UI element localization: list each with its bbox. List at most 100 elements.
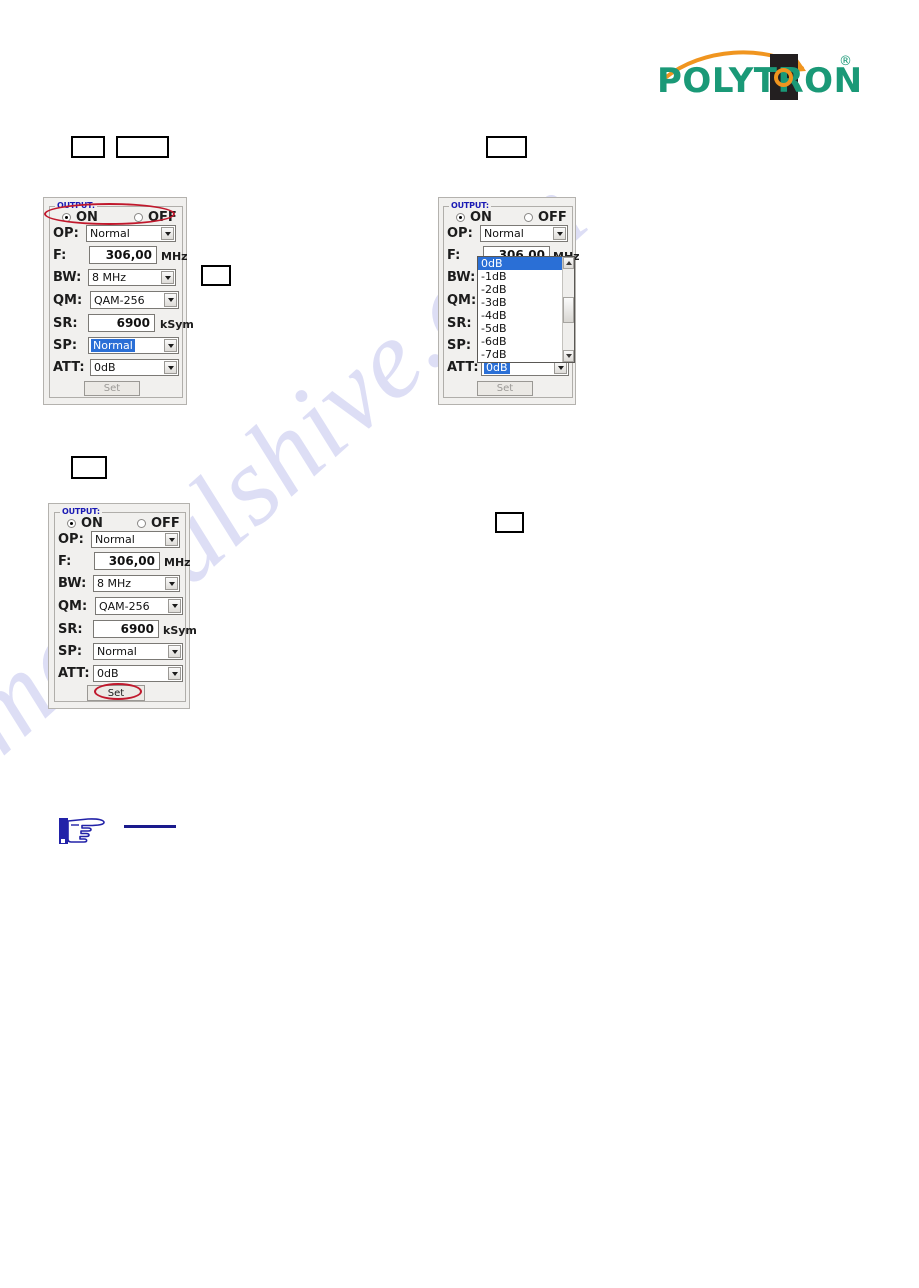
chevron-down-icon[interactable] — [553, 227, 566, 240]
radio-off-label: OFF — [150, 516, 180, 531]
pointing-hand-icon — [59, 818, 105, 844]
qm-combo-value: QAM-256 — [99, 599, 150, 613]
radio-off-label: OFF — [537, 210, 567, 225]
sr-unit: kSym — [160, 318, 194, 331]
field-label-sr: SR: — [447, 316, 472, 331]
sr-textbox[interactable]: 6900 — [93, 620, 159, 638]
logo-o-ring-icon — [774, 68, 793, 87]
set-button[interactable]: Set — [84, 381, 140, 396]
sp-combo[interactable]: Normal — [93, 643, 183, 660]
radio-off[interactable] — [523, 213, 533, 222]
callout-box-3 — [486, 136, 527, 158]
dropdown-scrollbar[interactable] — [562, 257, 574, 362]
sp-combo-value: Normal — [97, 645, 137, 658]
sp-combo-value: Normal — [91, 339, 135, 352]
field-label-op: OP: — [58, 532, 84, 547]
op-combo[interactable]: Normal — [91, 531, 180, 548]
callout-box-6 — [495, 512, 524, 533]
att-dropdown-list[interactable]: 0dB -1dB -2dB -3dB -4dB -5dB -6dB -7dB — [477, 256, 575, 363]
output-panel-sp-selected: OUTPUT: ON OFF OP: Normal F: 306,00 MHz … — [43, 197, 194, 405]
dropdown-item[interactable]: -6dB — [478, 335, 574, 348]
qm-combo[interactable]: QAM-256 — [90, 291, 179, 309]
dropdown-item[interactable]: 0dB — [478, 257, 574, 270]
power-radio-row: ON OFF — [456, 210, 567, 225]
set-button[interactable]: Set — [477, 381, 533, 396]
chevron-down-icon[interactable] — [161, 271, 174, 284]
bw-combo[interactable]: 8 MHz — [93, 575, 180, 592]
dropdown-item[interactable]: -1dB — [478, 270, 574, 283]
f-textbox[interactable]: 306,00 — [89, 246, 157, 264]
note-rule-divider — [124, 825, 176, 828]
scroll-down-arrow-icon[interactable] — [563, 350, 574, 362]
dropdown-item[interactable]: -7dB — [478, 348, 574, 361]
field-label-op: OP: — [53, 226, 79, 241]
callout-box-5 — [71, 456, 107, 479]
field-label-qm: QM: — [53, 293, 83, 308]
field-label-op: OP: — [447, 226, 473, 241]
power-radio-row: ON OFF — [67, 516, 180, 531]
field-label-qm: QM: — [58, 599, 88, 614]
dropdown-item[interactable]: -4dB — [478, 309, 574, 322]
f-textbox[interactable]: 306,00 — [94, 552, 160, 570]
op-combo[interactable]: Normal — [480, 225, 568, 242]
field-label-sr: SR: — [58, 622, 83, 637]
f-value: 306,00 — [105, 248, 152, 262]
chevron-down-icon[interactable] — [165, 577, 178, 590]
field-label-f: F: — [53, 248, 67, 263]
chevron-down-icon[interactable] — [164, 293, 177, 307]
output-panel-set-highlighted: OUTPUT: ON OFF OP: Normal F: 306,00 MHz … — [48, 503, 197, 709]
callout-box-2 — [116, 136, 169, 158]
sr-value: 6900 — [116, 316, 150, 330]
scrollbar-thumb[interactable] — [563, 297, 574, 323]
radio-on[interactable] — [67, 519, 76, 528]
field-label-sp: SP: — [447, 338, 472, 353]
annotation-ellipse-set-button — [94, 683, 142, 700]
chevron-down-icon[interactable] — [161, 227, 174, 240]
registered-trademark-icon: ® — [839, 54, 852, 69]
field-label-sp: SP: — [58, 644, 83, 659]
op-combo-value: Normal — [95, 533, 135, 546]
att-combo[interactable]: 0dB — [90, 359, 179, 376]
dropdown-item[interactable]: -2dB — [478, 283, 574, 296]
field-label-att: ATT: — [53, 360, 85, 375]
sr-unit: kSym — [163, 624, 197, 637]
logo-wordmark: POLYTRON — [657, 61, 863, 101]
bw-combo-value: 8 MHz — [97, 577, 132, 590]
field-label-sr: SR: — [53, 316, 78, 331]
qm-combo[interactable]: QAM-256 — [95, 597, 183, 615]
field-label-att: ATT: — [447, 360, 479, 375]
sp-combo[interactable]: Normal — [88, 337, 179, 354]
field-label-bw: BW: — [58, 576, 87, 591]
dropdown-item[interactable]: -3dB — [478, 296, 574, 309]
chevron-down-icon[interactable] — [164, 361, 177, 374]
op-combo[interactable]: Normal — [86, 225, 176, 242]
scroll-up-arrow-icon[interactable] — [563, 257, 574, 269]
chevron-down-icon[interactable] — [168, 667, 181, 680]
chevron-down-icon[interactable] — [168, 645, 181, 658]
field-label-sp: SP: — [53, 338, 78, 353]
sr-value: 6900 — [120, 622, 154, 636]
chevron-down-icon[interactable] — [168, 599, 181, 613]
f-value: 306,00 — [108, 554, 155, 568]
op-combo-value: Normal — [90, 227, 130, 240]
sr-textbox[interactable]: 6900 — [88, 314, 155, 332]
radio-off[interactable] — [136, 519, 146, 528]
field-label-qm: QM: — [447, 293, 477, 308]
chevron-down-icon[interactable] — [164, 339, 177, 352]
output-group-label: OUTPUT: — [449, 201, 491, 210]
field-label-att: ATT: — [58, 666, 90, 681]
chevron-down-icon[interactable] — [165, 533, 178, 546]
callout-box-4 — [201, 265, 231, 286]
output-group-label: OUTPUT: — [60, 507, 102, 516]
polytron-logo: POLYTRON ® — [657, 46, 862, 108]
att-combo[interactable]: 0dB — [93, 665, 183, 682]
field-label-f: F: — [447, 248, 461, 263]
field-label-bw: BW: — [53, 270, 82, 285]
radio-on[interactable] — [456, 213, 465, 222]
radio-on-label: ON — [81, 516, 103, 531]
bw-combo-value: 8 MHz — [92, 271, 127, 284]
annotation-ellipse-on-off — [44, 203, 175, 225]
radio-on-label: ON — [470, 210, 492, 225]
dropdown-item[interactable]: -5dB — [478, 322, 574, 335]
bw-combo[interactable]: 8 MHz — [88, 269, 176, 286]
